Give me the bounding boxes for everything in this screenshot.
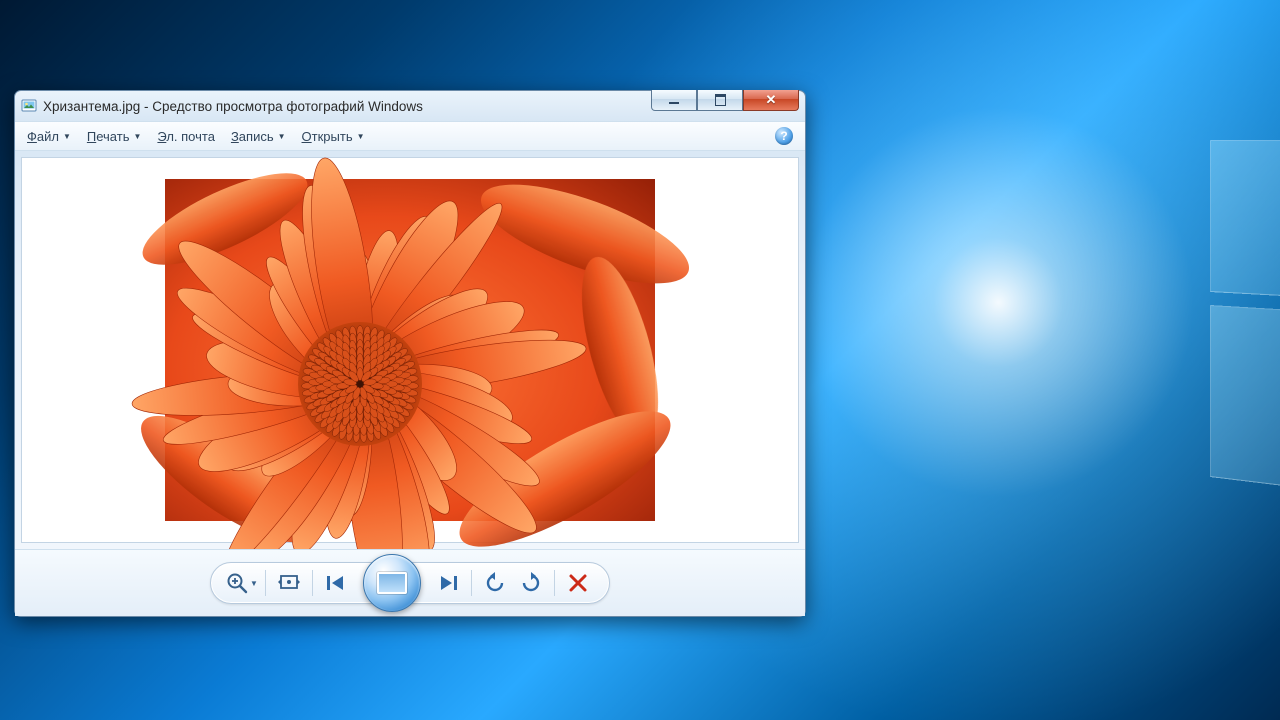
slideshow-icon [377,572,407,594]
next-icon [437,573,459,593]
photo-chrysanthemum: (function(){ var ns="http://www.w3.org/2… [165,179,655,521]
window-title: Хризантема.jpg - Средство просмотра фото… [43,99,423,114]
rotate-cw-button[interactable] [516,568,546,598]
chevron-down-icon: ▼ [357,132,365,141]
photo-viewer-icon [21,98,37,114]
help-icon: ? [780,129,787,143]
rotate-ccw-icon [484,572,506,594]
minimize-button[interactable] [651,90,697,111]
help-button[interactable]: ? [775,127,793,145]
menu-file[interactable]: Файл▼ [27,129,71,144]
menu-burn[interactable]: Запись▼ [231,129,286,144]
chevron-down-icon: ▼ [133,132,141,141]
delete-icon [568,573,588,593]
separator [471,570,472,596]
menu-bar: Файл▼ Печать▼ Эл. почта Запись▼ Открыть▼… [15,121,805,151]
close-button[interactable]: ✕ [743,90,799,111]
minimize-icon [669,102,679,104]
separator [554,570,555,596]
zoom-button[interactable]: ▼ [227,568,257,598]
slideshow-button[interactable] [363,554,421,612]
title-bar[interactable]: Хризантема.jpg - Средство просмотра фото… [15,91,805,121]
fit-window-button[interactable] [274,568,304,598]
zoom-in-icon [226,572,248,594]
photo-viewer-window: Хризантема.jpg - Средство просмотра фото… [14,90,806,617]
close-icon: ✕ [766,92,777,108]
menu-open[interactable]: Открыть▼ [302,129,365,144]
chevron-down-icon: ▼ [278,132,286,141]
control-pill: ▼ [210,562,610,604]
chevron-down-icon: ▼ [63,132,71,141]
previous-icon [325,573,347,593]
menu-email[interactable]: Эл. почта [157,129,215,144]
image-stage: (function(){ var ns="http://www.w3.org/2… [21,157,799,543]
desktop-background: Хризантема.jpg - Средство просмотра фото… [0,0,1280,720]
next-button[interactable] [433,568,463,598]
rotate-cw-icon [520,572,542,594]
fit-window-icon [277,574,301,592]
rotate-ccw-button[interactable] [480,568,510,598]
separator [265,570,266,596]
window-controls: ✕ [651,90,799,111]
control-bar: ▼ [15,549,805,616]
maximize-icon [715,94,726,106]
delete-button[interactable] [563,568,593,598]
previous-button[interactable] [321,568,351,598]
menu-print[interactable]: Печать▼ [87,129,142,144]
chevron-down-icon: ▼ [250,579,258,588]
maximize-button[interactable] [697,90,743,111]
separator [312,570,313,596]
